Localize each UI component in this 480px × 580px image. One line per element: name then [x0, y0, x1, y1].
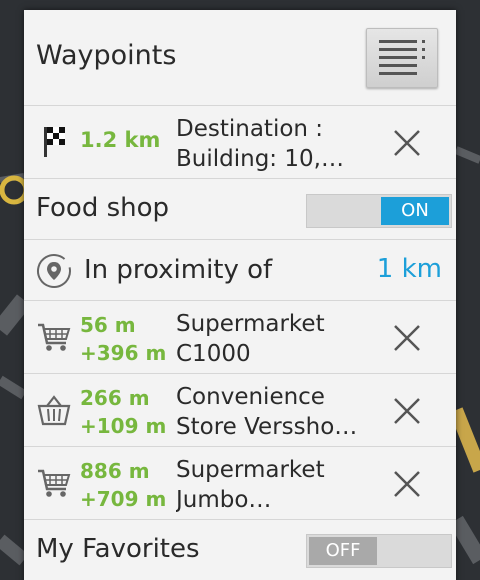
list-item[interactable]: 886 m +709 m Supermarket Jumbo… — [24, 447, 456, 520]
list-menu-icon — [379, 40, 425, 75]
remove-waypoint-button[interactable] — [392, 323, 422, 353]
favorites-row: My Favorites OFF — [24, 520, 456, 580]
list-item[interactable]: 56 m +396 m Supermarket C1000 — [24, 301, 456, 374]
shop-distance: 266 m +109 m — [80, 386, 167, 438]
destination-name: Destination : Building: 10,… — [176, 116, 344, 172]
shop-name: Supermarket Jumbo… — [176, 457, 325, 513]
remove-destination-button[interactable] — [392, 128, 422, 158]
shop-distance: 886 m +709 m — [80, 459, 167, 511]
location-pin-icon — [37, 254, 71, 288]
shopping-cart-icon — [38, 323, 71, 351]
food-shop-row: Food shop ON — [24, 179, 456, 240]
shop-distance: 56 m +396 m — [80, 313, 167, 365]
shopping-basket-icon — [37, 395, 71, 426]
food-shop-toggle[interactable]: ON — [306, 194, 452, 228]
proximity-row[interactable]: In proximity of 1 km — [24, 240, 456, 301]
checkered-flag-icon — [44, 127, 65, 157]
shop-name: Convenience Store Verssho… — [176, 384, 358, 440]
remove-waypoint-button[interactable] — [392, 396, 422, 426]
waypoints-header: Waypoints — [24, 10, 456, 106]
destination-row[interactable]: 1.2 km Destination : Building: 10,… — [24, 106, 456, 179]
destination-distance: 1.2 km — [80, 128, 161, 152]
page-title: Waypoints — [36, 40, 177, 71]
favorites-label: My Favorites — [36, 534, 200, 564]
food-shop-label: Food shop — [36, 193, 170, 223]
list-item[interactable]: 266 m +109 m Convenience Store Verssho… — [24, 374, 456, 447]
shop-name: Supermarket C1000 — [176, 311, 325, 367]
shopping-cart-icon — [38, 469, 71, 497]
proximity-value[interactable]: 1 km — [377, 254, 442, 284]
proximity-label: In proximity of — [84, 255, 273, 285]
menu-button[interactable] — [366, 28, 438, 88]
remove-waypoint-button[interactable] — [392, 469, 422, 499]
waypoints-panel: Waypoints 1.2 km Destination: Building:… — [24, 10, 456, 580]
favorites-toggle[interactable]: OFF — [306, 534, 452, 568]
